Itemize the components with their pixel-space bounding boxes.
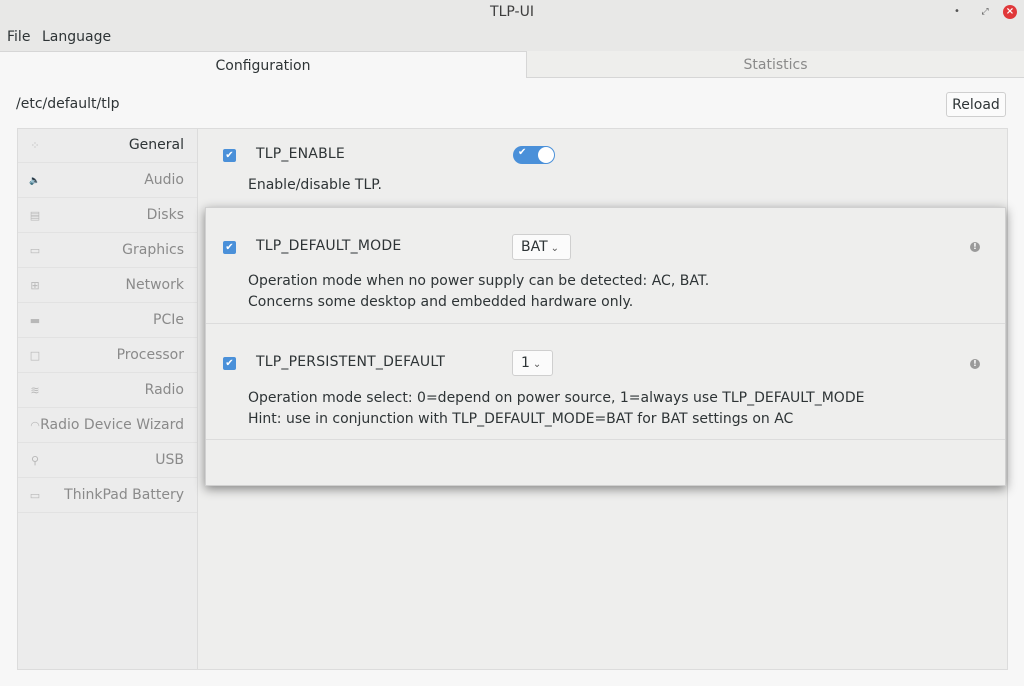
monitor-icon: ▭ xyxy=(29,244,41,257)
tlp-default-mode-select[interactable]: BAT ⌄ xyxy=(512,234,571,260)
maximize-icon[interactable]: ⤢ xyxy=(978,5,992,19)
select-value: BAT xyxy=(521,239,548,255)
sidebar-item-label: USB xyxy=(155,452,184,468)
tlp-persistent-default-name: TLP_PERSISTENT_DEFAULT xyxy=(256,354,446,370)
tlp-enable-name: TLP_ENABLE xyxy=(256,146,345,162)
sidebar-item-thinkpad-battery[interactable]: ▭ ThinkPad Battery xyxy=(18,479,197,513)
sidebar-item-audio[interactable]: 🔈 Audio xyxy=(18,164,197,198)
row-divider xyxy=(206,439,1005,440)
sidebar-item-label: Radio xyxy=(144,382,184,398)
sidebar-item-processor[interactable]: □ Processor xyxy=(18,339,197,373)
sidebar-item-label: General xyxy=(128,137,184,153)
sidebar-item-network[interactable]: ⊞ Network xyxy=(18,269,197,303)
sidebar-item-label: Audio xyxy=(144,172,184,188)
info-icon[interactable]: ! xyxy=(970,359,980,369)
check-icon: ✔ xyxy=(518,147,527,158)
tab-configuration[interactable]: Configuration xyxy=(0,51,527,78)
card-icon: ▬ xyxy=(29,314,41,327)
info-icon[interactable]: ! xyxy=(970,242,980,252)
sidebar-item-pcie[interactable]: ▬ PCIe xyxy=(18,304,197,338)
chevron-down-icon: ⌄ xyxy=(550,243,560,254)
sidebar-item-label: ThinkPad Battery xyxy=(64,487,184,503)
tab-statistics[interactable]: Statistics xyxy=(527,51,1024,78)
tlp-persistent-default-description-2: Hint: use in conjunction with TLP_DEFAUL… xyxy=(248,411,794,427)
wifi-icon: ≋ xyxy=(30,384,40,397)
sidebar-item-label: Disks xyxy=(146,207,184,223)
sidebar-item-usb[interactable]: ⚲ USB xyxy=(18,444,197,478)
battery-icon: ▭ xyxy=(29,489,41,502)
sidebar-item-label: Processor xyxy=(116,347,184,363)
settings-card: ✔ TLP_DEFAULT_MODE BAT ⌄ ! Operation mode… xyxy=(205,207,1006,486)
disk-icon: ▤ xyxy=(29,209,41,222)
switch-knob xyxy=(538,147,554,163)
sidebar-item-general[interactable]: ⁘ General xyxy=(18,129,197,163)
network-icon: ⊞ xyxy=(30,279,40,292)
tlp-enable-switch[interactable]: ✔ xyxy=(513,146,555,164)
sidebar-item-disks[interactable]: ▤ Disks xyxy=(18,199,197,233)
tlp-enable-checkbox[interactable]: ✔ xyxy=(223,149,236,162)
sidebar-item-label: Graphics xyxy=(122,242,184,258)
tlp-persistent-default-description-1: Operation mode select: 0=depend on power… xyxy=(248,390,865,406)
sidebar-item-radio-device-wizard[interactable]: ◠ Radio Device Wizard xyxy=(18,409,197,443)
sidebar-item-label: Radio Device Wizard xyxy=(40,417,184,433)
tlp-persistent-default-select[interactable]: 1 ⌄ xyxy=(512,350,553,376)
minimize-icon[interactable]: • xyxy=(950,5,964,19)
sidebar-item-radio[interactable]: ≋ Radio xyxy=(18,374,197,408)
close-icon[interactable]: × xyxy=(1003,5,1017,19)
sidebar-item-label: PCIe xyxy=(153,312,184,328)
tlp-default-mode-description-2: Concerns some desktop and embedded hardw… xyxy=(248,294,634,310)
sidebar-item-label: Network xyxy=(125,277,184,293)
select-value: 1 xyxy=(521,355,530,371)
window-title: TLP-UI xyxy=(490,4,534,20)
menu-file[interactable]: File xyxy=(7,29,30,45)
row-divider xyxy=(206,323,1005,324)
usb-icon: ⚲ xyxy=(30,454,40,467)
category-sidebar: ⁘ General 🔈 Audio ▤ Disks ▭ Graphics ⊞ N… xyxy=(18,129,198,669)
sidebar-item-graphics[interactable]: ▭ Graphics xyxy=(18,234,197,268)
title-bar: TLP-UI • ⤢ × xyxy=(0,0,1024,24)
tlp-enable-description: Enable/disable TLP. xyxy=(248,177,382,193)
tlp-default-mode-checkbox[interactable]: ✔ xyxy=(223,241,236,254)
tlp-default-mode-description-1: Operation mode when no power supply can … xyxy=(248,273,710,289)
menu-language[interactable]: Language xyxy=(42,29,111,45)
chip-icon: □ xyxy=(29,349,41,362)
tab-bar: Configuration Statistics xyxy=(0,51,1024,78)
tlp-persistent-default-checkbox[interactable]: ✔ xyxy=(223,357,236,370)
grid-icon: ⁘ xyxy=(30,139,40,152)
config-path: /etc/default/tlp xyxy=(16,96,120,112)
reload-button[interactable]: Reload xyxy=(946,92,1006,117)
chevron-down-icon: ⌄ xyxy=(532,359,542,370)
speaker-icon: 🔈 xyxy=(29,176,41,186)
tlp-default-mode-name: TLP_DEFAULT_MODE xyxy=(256,238,402,254)
